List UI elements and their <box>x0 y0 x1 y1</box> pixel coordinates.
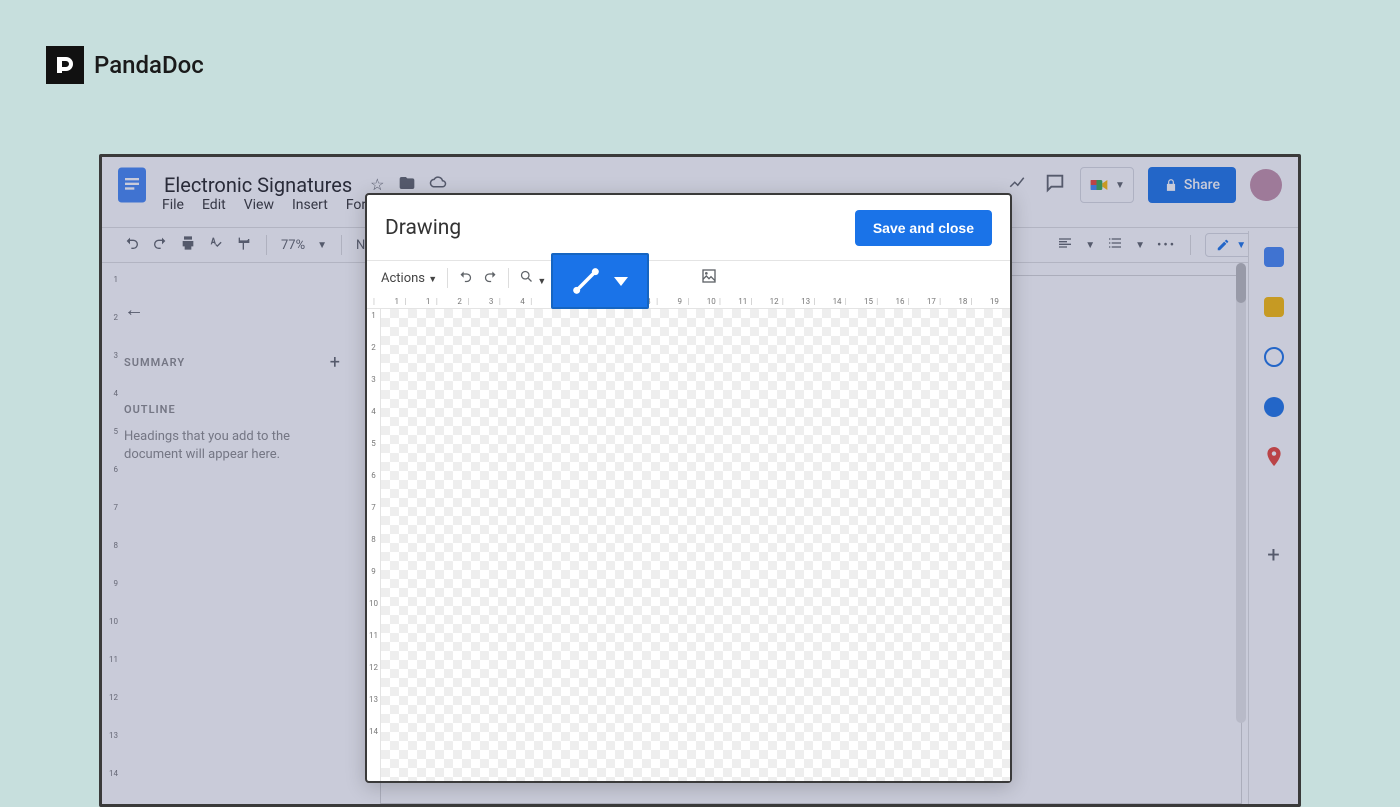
comments-icon[interactable] <box>1044 172 1066 198</box>
keep-icon[interactable] <box>1264 297 1284 317</box>
dialog-title: Drawing <box>385 216 461 240</box>
outline-heading: OUTLINE <box>124 403 340 416</box>
tasks-icon[interactable] <box>1264 347 1284 367</box>
account-avatar[interactable] <box>1250 169 1282 201</box>
list-icon[interactable] <box>1107 235 1123 255</box>
cloud-status-icon[interactable] <box>429 175 447 195</box>
summary-heading: SUMMARY <box>124 356 185 369</box>
save-and-close-button[interactable]: Save and close <box>855 210 992 246</box>
align-icon[interactable] <box>1057 235 1073 255</box>
menu-file[interactable]: File <box>162 197 184 223</box>
maps-icon[interactable] <box>1265 447 1283 473</box>
outline-panel: ← SUMMARY + OUTLINE Headings that you ad… <box>102 277 362 804</box>
draw-redo-icon[interactable] <box>483 269 498 288</box>
actions-menu[interactable]: Actions ▼ <box>381 271 437 286</box>
pandadoc-brand-text: PandaDoc <box>94 51 204 79</box>
drawing-toolbar: Actions ▼ ▼ <box>367 261 1010 295</box>
menu-bar: File Edit View Insert Form <box>162 197 378 223</box>
calendar-icon[interactable] <box>1264 247 1284 267</box>
zoom-dropdown-icon[interactable]: ▼ <box>317 240 327 251</box>
share-label: Share <box>1184 177 1220 193</box>
outline-back-icon[interactable]: ← <box>124 297 340 322</box>
outline-hint: Headings that you add to the document wi… <box>124 428 340 464</box>
more-icon[interactable]: ••• <box>1157 238 1176 253</box>
menu-edit[interactable]: Edit <box>202 197 226 223</box>
contacts-icon[interactable] <box>1264 397 1284 417</box>
scrollbar[interactable] <box>1236 263 1246 723</box>
google-docs-icon[interactable] <box>114 163 150 207</box>
menu-view[interactable]: View <box>244 197 274 223</box>
line-tool-dropdown-icon[interactable] <box>614 277 628 286</box>
redo-icon[interactable] <box>152 235 168 255</box>
google-docs-window: Electronic Signatures ☆ <box>99 154 1301 807</box>
list-dropdown-icon[interactable]: ▼ <box>1135 240 1145 251</box>
pandadoc-brand: PandaDoc <box>46 46 204 84</box>
line-tool-highlight[interactable] <box>551 253 649 309</box>
undo-icon[interactable] <box>124 235 140 255</box>
align-dropdown-icon[interactable]: ▼ <box>1085 240 1095 251</box>
zoom-level[interactable]: 77% <box>281 238 305 253</box>
add-summary-icon[interactable]: + <box>330 352 340 373</box>
star-icon[interactable]: ☆ <box>370 175 384 195</box>
zoom-tool-icon[interactable]: ▼ <box>519 269 546 288</box>
print-icon[interactable] <box>180 235 196 255</box>
move-icon[interactable] <box>399 175 415 195</box>
drawing-dialog: Drawing Save and close Actions ▼ ▼ 11234… <box>365 193 1012 783</box>
draw-undo-icon[interactable] <box>458 269 473 288</box>
spellcheck-icon[interactable] <box>208 235 224 255</box>
drawing-vertical-ruler: 1234567891011121314 <box>367 309 381 781</box>
drawing-horizontal-ruler: 112345678910111213141516171819 <box>367 295 1010 309</box>
paint-format-icon[interactable] <box>236 235 252 255</box>
meet-button[interactable]: ▼ <box>1080 167 1134 203</box>
drawing-canvas[interactable] <box>381 309 1010 781</box>
add-addon-icon[interactable]: + <box>1267 543 1279 568</box>
document-title[interactable]: Electronic Signatures <box>164 173 352 197</box>
menu-insert[interactable]: Insert <box>292 197 328 223</box>
pandadoc-logo-icon <box>46 46 84 84</box>
image-tool-icon[interactable] <box>701 268 717 288</box>
activity-icon[interactable] <box>1008 174 1026 196</box>
share-button[interactable]: Share <box>1148 167 1236 203</box>
side-panel: + <box>1248 231 1298 804</box>
